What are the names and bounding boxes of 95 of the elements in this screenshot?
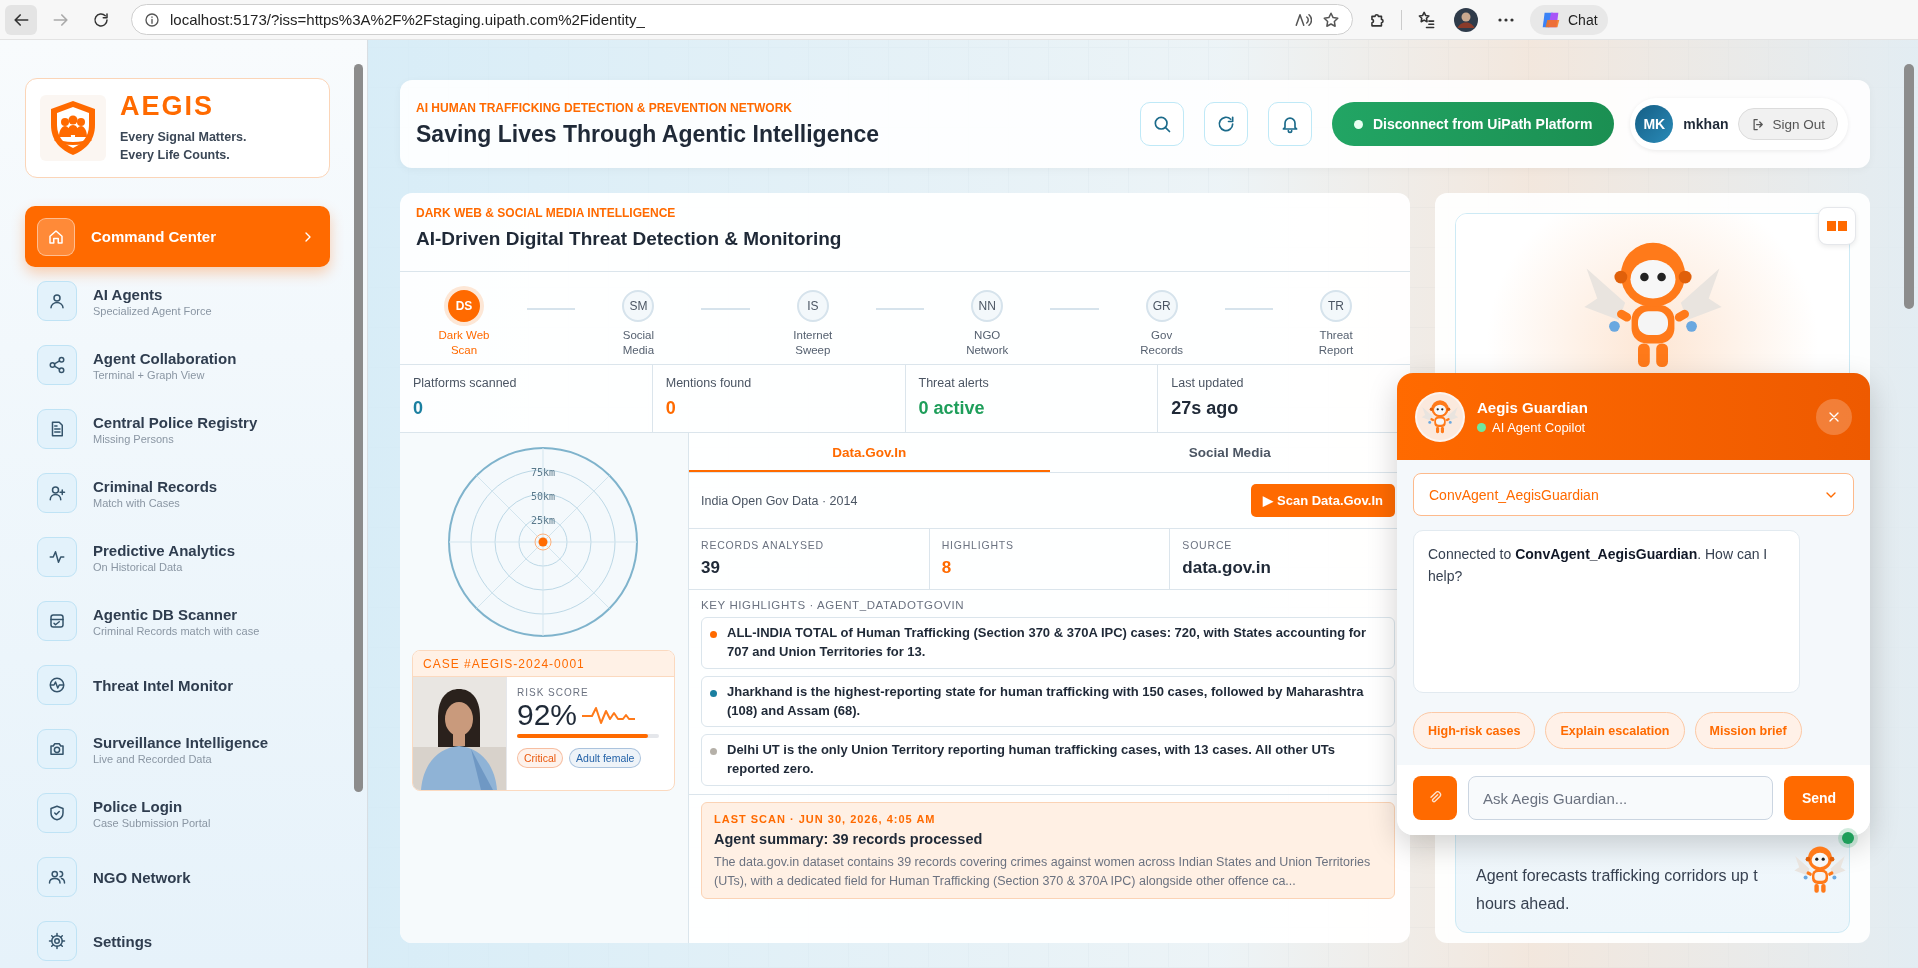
attach-button[interactable] [1413, 776, 1457, 820]
stat-value: 0 [665, 398, 677, 419]
document-icon [37, 409, 77, 449]
step-circle[interactable]: NN [971, 290, 1004, 323]
nav-item[interactable]: Agentic DB Scanner Criminal Records match with case [25, 589, 330, 653]
avatar-icon [1454, 7, 1478, 32]
pulse-icon [37, 537, 77, 577]
disconnect-button[interactable]: Disconnect from UiPath Platform [1331, 102, 1615, 146]
settings-icon [37, 921, 77, 961]
nav-item[interactable]: NGO Network [25, 845, 330, 909]
notifications-button[interactable] [1267, 102, 1312, 146]
shield-family-icon [40, 95, 106, 161]
tag: Critical [517, 748, 564, 768]
chat-title: Aegis Guardian [1477, 398, 1588, 416]
tag: Adult female [569, 748, 642, 768]
nav-item[interactable]: Predictive Analytics On Historical Data [25, 525, 330, 589]
metric-label: SOURCE [1182, 539, 1234, 551]
refresh-icon [1215, 114, 1236, 134]
header-kicker: AI HUMAN TRAFFICKING DETECTION & PREVENTION NETWORK [416, 100, 793, 115]
case-id: CASE #AEGIS-2024-0001 [413, 651, 674, 677]
metric-value: 39 [701, 558, 721, 578]
user-name: mkhan [1683, 116, 1729, 132]
highlight-text: Delhi UT is the only Union Territory reporting human trafficking cases, with 13 cases. All other UTs reported zero. [727, 741, 1336, 779]
last-scan-label: LAST SCAN · JUN 30, 2026, 4:05 AM [714, 813, 937, 826]
risk-label: RISK SCORE [517, 687, 590, 698]
nav-item[interactable]: Threat Intel Monitor [25, 653, 330, 717]
shield-check-icon [37, 793, 77, 833]
step-circle[interactable]: GR [1145, 290, 1178, 323]
step-label: Internet Sweep [792, 328, 834, 358]
chat-subtitle: AI Agent Copilot [1492, 419, 1586, 435]
reload-icon [92, 10, 110, 29]
metric-value: data.gov.in [1182, 558, 1272, 578]
summary-text: The data.gov.in dataset contains 39 records covering crimes against women across Indian States and Union Territories (UTs), with a dedicated field for Human Trafficking (Section 370 & 370A IPC) alongside other offence ca... [714, 854, 1372, 891]
stat-label: Platforms scanned [413, 376, 518, 390]
nav-item[interactable]: Agent Collaboration Terminal + Graph View [25, 333, 330, 397]
online-dot [1477, 422, 1486, 432]
stat-value: 27s ago [1171, 398, 1240, 419]
people-icon [37, 857, 77, 897]
nav-item[interactable]: Criminal Records Match with Cases [25, 461, 330, 525]
section-title: AI-Driven Digital Threat Detection & Monitoring [416, 228, 843, 250]
share-icon [37, 345, 77, 385]
chat-button[interactable]: Chat [1530, 4, 1608, 35]
more-icon [1498, 17, 1514, 22]
sign-out-button[interactable]: Sign Out [1738, 108, 1838, 140]
info-icon [144, 11, 160, 28]
nav-item[interactable]: AI Agents Specialized Agent Force [25, 269, 330, 333]
nav-item[interactable]: Central Police Registry Missing Persons [25, 397, 330, 461]
metric-label: HIGHLIGHTS [941, 539, 1015, 551]
refresh-button[interactable] [1203, 102, 1248, 146]
stat-label: Mentions found [665, 376, 753, 390]
brand-name: AEGIS [120, 92, 216, 122]
step-label: NGO Network [965, 328, 1010, 358]
nav-item[interactable]: Surveillance Intelligence Live and Recorded Data [25, 717, 330, 781]
robot-avatar-icon [1415, 391, 1465, 442]
stat-label: Last updated [1171, 376, 1245, 390]
nav-item[interactable]: Settings [25, 909, 330, 968]
metric-label: RECORDS ANALYSED [701, 539, 825, 551]
person-plus-icon [37, 473, 77, 513]
favorites-icon [1416, 10, 1436, 29]
metric-value: 8 [941, 558, 953, 578]
message-input[interactable]: Ask Aegis Guardian... [1468, 776, 1773, 820]
dataset-title: India Open Gov Data · 2014 [701, 493, 858, 508]
highlight-text: Jharkhand is the highest-reporting state for human trafficking with 150 cases, followed by Maharashtra (108) and Assam (68). [727, 682, 1365, 720]
stat-label: Threat alerts [918, 376, 990, 390]
step-circle[interactable]: SM [622, 290, 655, 323]
brand-tagline: Every Signal Matters. Every Life Counts. [120, 128, 247, 164]
radar-drawing: 75km 50km 25km [447, 446, 639, 638]
home-icon [37, 217, 75, 256]
chat-message: Connected to ConvAgent_AegisGuardian. How can I help? [1413, 530, 1800, 693]
search-button[interactable] [1139, 102, 1184, 146]
risk-score: 92% [517, 698, 578, 732]
database-icon [37, 601, 77, 641]
person-icon [37, 281, 77, 321]
layout-toggle-button[interactable] [1818, 207, 1856, 245]
summary-title: Agent summary: 39 records processed [714, 831, 984, 848]
stat-value: 0 active [918, 398, 986, 419]
forecast-text: Agent forecasts trafficking corridors up t hours ahead. [1476, 866, 1759, 914]
step-circle[interactable]: TR [1320, 290, 1353, 323]
favorite-star-icon [1322, 10, 1340, 29]
highlights-label: KEY HIGHLIGHTS · AGENT_DATADOTGOVIN [700, 598, 966, 613]
user-avatar: MK [1635, 105, 1674, 143]
address-bar[interactable]: localhost:5173/?iss=https%3A%2F%2Fstaging.uipath.com%2Fidentity_ [131, 4, 1353, 35]
page-title: Saving Lives Through Agentic Intelligence [416, 120, 880, 148]
step-label: Gov Records [1139, 328, 1185, 358]
two-squares-icon [1827, 221, 1847, 231]
camera-icon [37, 729, 77, 769]
nav-item[interactable]: Police Login Case Submission Portal [25, 781, 330, 845]
step-label: Social Media [621, 328, 656, 358]
highlight-text: ALL-INDIA TOTAL of Human Trafficking (Section 370 & 370A IPC) cases: 720, with States accounting for 707 and Union Territories for 13. [727, 624, 1368, 661]
back-button[interactable] [5, 4, 37, 35]
section-kicker: DARK WEB & SOCIAL MEDIA INTELLIGENCE [416, 206, 677, 220]
stat-value: 0 [413, 398, 424, 419]
step-circle[interactable]: IS [796, 290, 829, 323]
step-label: Threat Report [1317, 328, 1355, 358]
step-label: Dark Web Scan [437, 328, 491, 358]
